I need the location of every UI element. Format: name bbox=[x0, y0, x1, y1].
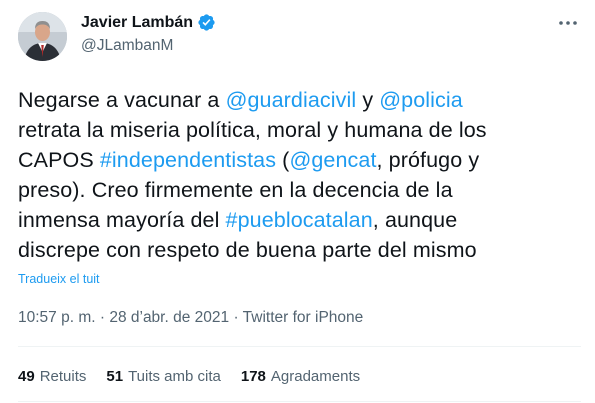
tweet-text-segment: CAPOS bbox=[18, 148, 100, 172]
verified-badge-icon bbox=[197, 13, 216, 32]
stat-label: Retuits bbox=[39, 368, 87, 385]
avatar[interactable] bbox=[18, 12, 67, 61]
tweet-time[interactable]: 10:57 p. m. bbox=[18, 309, 96, 326]
tweet-text-segment: inmensa mayoría del bbox=[18, 208, 226, 232]
author-name[interactable]: Javier Lambán bbox=[81, 14, 193, 32]
stat-count: 178 bbox=[240, 368, 266, 385]
mention-link[interactable]: @guardiacivil bbox=[226, 88, 357, 112]
tweet-text-segment: retrata la miseria política, moral y hum… bbox=[18, 118, 487, 142]
divider bbox=[18, 401, 581, 402]
tweet-text-segment: ( bbox=[276, 148, 290, 172]
stat-quote-tweets[interactable]: 51 Tuits amb cita bbox=[106, 368, 221, 385]
translate-tweet-link[interactable]: Tradueix el tuit bbox=[18, 272, 100, 286]
stat-label: Tuits amb cita bbox=[128, 368, 221, 385]
tweet-text-line: inmensa mayoría del #pueblocatalan, aunq… bbox=[18, 205, 583, 235]
stat-count: 49 bbox=[18, 368, 35, 385]
tweet-stats: 49 Retuits 51 Tuits amb cita 178 Agradament… bbox=[18, 368, 380, 385]
stat-label: Agradaments bbox=[270, 368, 361, 385]
tweet-date[interactable]: 28 d’abr. de 2021 bbox=[109, 309, 229, 326]
tweet-text-segment: y bbox=[356, 88, 380, 112]
tweet-meta: 10:57 p. m. · 28 d’abr. de 2021 · Twitte… bbox=[18, 309, 363, 327]
tweet-text-line: retrata la miseria política, moral y hum… bbox=[18, 115, 583, 145]
divider bbox=[18, 346, 581, 347]
author-name-row: Javier Lambán bbox=[81, 13, 216, 32]
tweet-source[interactable]: Twitter for iPhone bbox=[243, 309, 364, 326]
hashtag-link[interactable]: #pueblocatalan bbox=[226, 208, 373, 232]
mention-link[interactable]: @gencat bbox=[289, 148, 376, 172]
tweet-text-segment: , aunque bbox=[372, 208, 458, 232]
tweet-text-segment: , prófugo y bbox=[376, 148, 480, 172]
tweet-text: Negarse a vacunar a @guardiacivil y @pol… bbox=[18, 85, 583, 265]
tweet-text-segment: Negarse a vacunar a bbox=[18, 88, 226, 112]
tweet-text-line: preso). Creo firmemente en la decencia d… bbox=[18, 175, 583, 205]
stat-retweets[interactable]: 49 Retuits bbox=[18, 368, 86, 385]
meta-separator: · bbox=[233, 309, 243, 326]
hashtag-link[interactable]: #independentistas bbox=[100, 148, 276, 172]
more-options-icon[interactable] bbox=[555, 12, 581, 34]
tweet-text-segment: preso). Creo firmemente en la decencia d… bbox=[18, 178, 453, 202]
tweet-text-line: discrepe con respeto de buena parte del … bbox=[18, 235, 583, 265]
tweet-text-line: CAPOS #independentistas (@gencat, prófug… bbox=[18, 145, 583, 175]
author-handle[interactable]: @JLambanM bbox=[81, 37, 173, 55]
stat-likes[interactable]: 178 Agradaments bbox=[241, 368, 360, 385]
tweet-text-segment: discrepe con respeto de buena parte del … bbox=[18, 238, 477, 262]
tweet-text-line: Negarse a vacunar a @guardiacivil y @pol… bbox=[18, 85, 583, 115]
avatar-image bbox=[18, 12, 67, 61]
meta-separator: · bbox=[99, 309, 110, 326]
mention-link[interactable]: @policia bbox=[379, 88, 463, 112]
stat-count: 51 bbox=[106, 368, 124, 385]
